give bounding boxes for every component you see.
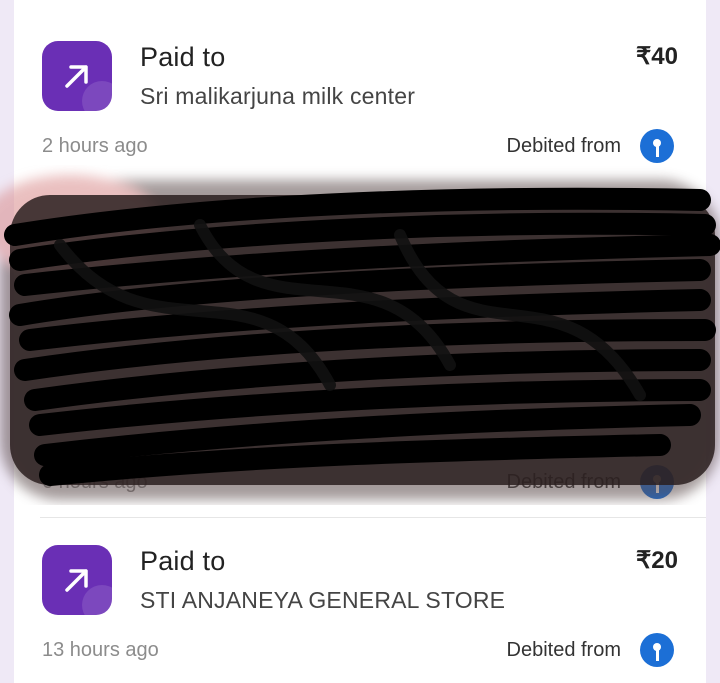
transaction-amount: ₹40 <box>636 43 678 70</box>
transaction-list: Paid to Sri malikarjuna milk center ₹40 … <box>14 0 706 683</box>
payee-name: STI ANJANEYA GENERAL STORE <box>140 587 506 613</box>
arrow-up-right-icon <box>42 545 112 615</box>
arrow-up-right-icon <box>42 41 112 111</box>
debited-from-label: Debited from <box>506 471 622 493</box>
bank-icon <box>640 465 674 499</box>
bank-icon <box>640 633 674 667</box>
transaction-amount: ₹20 <box>636 547 678 574</box>
transaction-title: Paid to <box>140 546 226 576</box>
transaction-item[interactable]: Paid to Sri malikarjuna milk center ₹40 … <box>14 0 706 180</box>
payee-name: Sri malikarjuna milk center <box>140 83 416 109</box>
transaction-time: 13 hours ago <box>42 639 159 661</box>
transaction-title: Paid to <box>140 42 226 72</box>
transaction-item[interactable]: Paid to STI ANJANEYA GENERAL STORE ₹20 1… <box>14 504 706 683</box>
bank-icon <box>640 129 674 163</box>
transaction-item[interactable]: 6 hours ago Debited from <box>14 180 706 517</box>
debited-from-label: Debited from <box>506 135 622 157</box>
transaction-time: 2 hours ago <box>42 135 148 157</box>
debited-from-label: Debited from <box>506 639 622 661</box>
transaction-time: 6 hours ago <box>42 471 148 493</box>
